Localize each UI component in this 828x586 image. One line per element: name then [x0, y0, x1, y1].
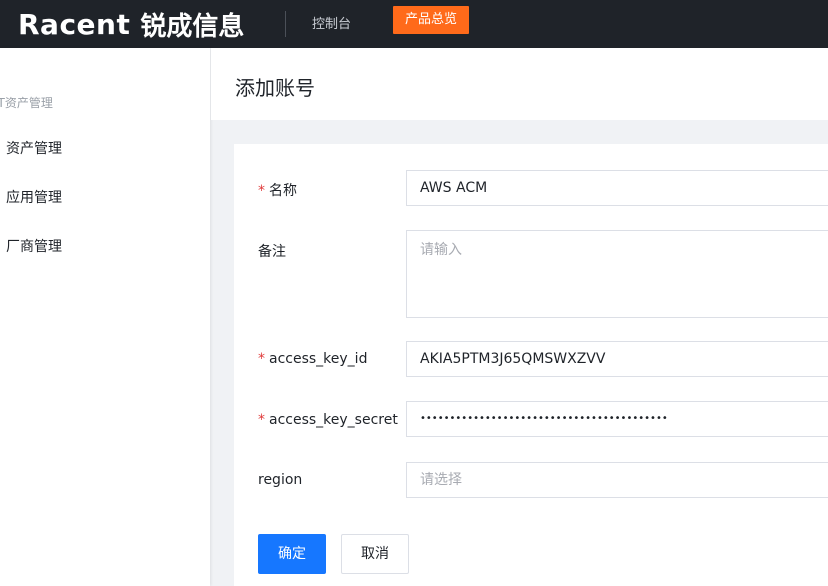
remark-textarea[interactable]: 请输入 — [406, 230, 828, 318]
page-header: 添加账号 — [211, 48, 828, 120]
name-input[interactable]: AWS ACM — [406, 170, 828, 206]
access-key-secret-label-text: access_key_secret — [269, 412, 398, 428]
required-mark: * — [258, 351, 265, 367]
remark-label: 备注 — [258, 244, 286, 260]
name-label: * 名称 — [258, 180, 297, 200]
access-key-id-label-text: access_key_id — [269, 351, 368, 367]
confirm-button[interactable]: 确定 — [258, 534, 326, 574]
logo-chinese-text: 锐成信息 — [140, 11, 245, 42]
top-navigation-bar: Racent 锐成信息 控制台 产品总览 — [0, 0, 828, 48]
name-label-text: 名称 — [269, 183, 297, 199]
access-key-id-input[interactable]: AKIA5PTM3J65QMSWXZVV — [406, 341, 828, 377]
region-label: region — [258, 472, 303, 488]
required-mark: * — [258, 412, 265, 428]
sidebar-item-vendor-management[interactable]: 厂商管理 — [6, 236, 62, 256]
add-account-form: * 名称 AWS ACM 备注 请输入 * access_key_id AKIA5P… — [234, 144, 828, 586]
page-title: 添加账号 — [235, 76, 315, 100]
required-mark: * — [258, 183, 265, 199]
nav-divider — [285, 11, 286, 37]
sidebar: IT资产管理 资产管理 应用管理 厂商管理 — [0, 48, 210, 586]
region-select[interactable]: 请选择 — [406, 462, 828, 498]
sidebar-item-asset-management[interactable]: 资产管理 — [6, 138, 62, 158]
cancel-button[interactable]: 取消 — [341, 534, 409, 574]
access-key-secret-input[interactable]: ••••••••••••••••••••••••••••••••••••••••… — [406, 401, 828, 437]
sidebar-group-title: IT资产管理 — [0, 96, 53, 110]
access-key-id-label: * access_key_id — [258, 351, 367, 367]
nav-console-link[interactable]: 控制台 — [312, 13, 351, 32]
logo-latin-text: Racent — [18, 7, 131, 41]
racent-logo[interactable]: Racent 锐成信息 — [18, 4, 244, 44]
access-key-secret-label: * access_key_secret — [258, 412, 398, 428]
sidebar-item-app-management[interactable]: 应用管理 — [6, 187, 62, 207]
nav-product-overview-button[interactable]: 产品总览 — [393, 6, 470, 34]
